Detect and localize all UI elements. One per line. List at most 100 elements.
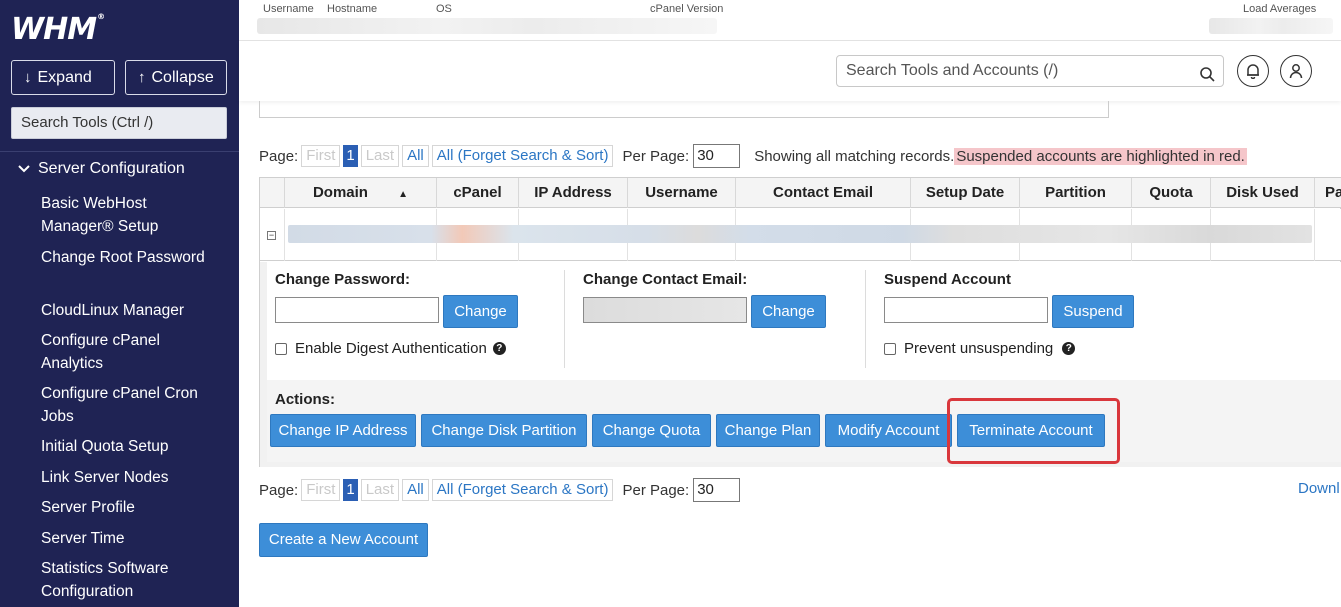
logo-text: WHM <box>11 12 97 47</box>
redacted-account-row <box>288 225 1312 243</box>
column-disk-used[interactable]: Disk Used <box>1210 178 1314 208</box>
column-label: Domain <box>312 184 368 201</box>
checkbox-box[interactable] <box>884 342 896 355</box>
page-all-link[interactable]: All <box>402 145 429 167</box>
sidebar-divider <box>0 151 239 152</box>
sidebar-item-link-server-nodes[interactable]: Link Server Nodes <box>41 466 221 489</box>
column-package[interactable]: Pa <box>1314 178 1341 208</box>
whm-logo[interactable]: WHM® <box>11 12 105 47</box>
sort-ascending-icon: ▲ <box>398 189 409 200</box>
suspend-reason-input[interactable] <box>884 297 1048 323</box>
collapse-label: Collapse <box>151 69 214 86</box>
enable-digest-auth-checkbox[interactable]: Enable Digest Authentication ? <box>275 340 506 357</box>
change-password-label: Change Password: <box>275 271 411 288</box>
page-first-button[interactable]: First <box>301 479 341 501</box>
collapse-row-icon[interactable]: − <box>267 231 276 240</box>
sidebar-section-server-configuration[interactable]: Server Configuration <box>18 160 185 178</box>
page-all-forget-link[interactable]: All (Forget Search & Sort) <box>431 145 614 167</box>
sidebar-search-input[interactable]: Search Tools (Ctrl /) <box>11 107 227 139</box>
page-first-button[interactable]: First <box>301 145 341 167</box>
page-last-button[interactable]: Last <box>360 479 400 501</box>
page-all-link[interactable]: All <box>402 479 429 501</box>
table-header: Domain ▲ cPanel IP Address Username Cont… <box>260 178 1341 208</box>
change-email-button[interactable]: Change <box>751 295 826 328</box>
page-last-button[interactable]: Last <box>360 145 400 167</box>
arrow-up-icon: ↑ <box>138 69 146 86</box>
change-contact-email-label: Change Contact Email: <box>583 271 748 288</box>
sidebar-item-basic-webhost-manager-setup[interactable]: Basic WebHost Manager® Setup <box>41 192 221 238</box>
header: Search Tools and Accounts (/) <box>239 41 1341 101</box>
new-password-input[interactable] <box>275 297 439 323</box>
sidebar-item-configure-cpanel-analytics[interactable]: Configure cPanel Analytics <box>41 329 221 375</box>
info-hostname-label: Hostname <box>327 3 378 15</box>
collapse-button[interactable]: ↑ Collapse <box>125 60 227 95</box>
sidebar-section-label: Server Configuration <box>38 160 185 177</box>
actions-area: Actions: Change IP Address Change Disk P… <box>267 380 1341 462</box>
terminate-account-highlight <box>947 398 1120 464</box>
table-row[interactable]: − <box>260 209 1341 261</box>
prevent-unsuspending-checkbox[interactable]: Prevent unsuspending ? <box>884 340 1076 357</box>
arrow-down-icon: ↓ <box>24 69 32 86</box>
column-separator <box>865 270 866 368</box>
column-domain[interactable]: Domain ▲ <box>284 178 436 208</box>
per-page-input[interactable]: 30 <box>693 478 741 502</box>
contact-email-input[interactable] <box>583 297 747 323</box>
change-disk-partition-button[interactable]: Change Disk Partition <box>421 414 587 447</box>
info-username-label: Username <box>263 3 314 15</box>
column-cpanel[interactable]: cPanel <box>436 178 518 208</box>
sidebar-item-statistics-software-configuration[interactable]: Statistics Software Configuration <box>41 557 221 603</box>
change-password-button[interactable]: Change <box>443 295 518 328</box>
search-tools-accounts-input[interactable]: Search Tools and Accounts (/) <box>836 55 1224 87</box>
column-username[interactable]: Username <box>627 178 735 208</box>
help-icon[interactable]: ? <box>1062 342 1076 355</box>
sidebar-item-server-time[interactable]: Server Time <box>41 527 221 550</box>
user-account-icon[interactable] <box>1280 55 1312 87</box>
digest-auth-label: Enable Digest Authentication <box>295 340 487 357</box>
checkbox-box[interactable] <box>275 342 287 355</box>
info-os-label: OS <box>436 3 452 15</box>
sidebar: WHM® ↓ Expand ↑ Collapse Search Tools (Ctr… <box>0 0 239 607</box>
page-current[interactable]: 1 <box>343 479 358 501</box>
pager-top: Page: First 1 Last All All (Forget Searc… <box>259 144 1247 168</box>
sidebar-item-server-profile[interactable]: Server Profile <box>41 496 221 519</box>
page-label: Page: <box>259 147 299 165</box>
change-plan-button[interactable]: Change Plan <box>716 414 820 447</box>
sidebar-item-cloudlinux-manager[interactable]: CloudLinux Manager <box>41 299 221 322</box>
search-placeholder: Search Tools and Accounts (/) <box>846 62 1059 79</box>
per-page-input[interactable]: 30 <box>693 144 741 168</box>
account-detail-panel: Change Password: Change Enable Digest Au… <box>260 262 1341 467</box>
column-quota[interactable]: Quota <box>1131 178 1210 208</box>
suspend-button[interactable]: Suspend <box>1052 295 1134 328</box>
page-current[interactable]: 1 <box>343 145 358 167</box>
change-quota-button[interactable]: Change Quota <box>592 414 711 447</box>
sidebar-item-initial-quota-setup[interactable]: Initial Quota Setup <box>41 435 221 458</box>
row-divider <box>284 209 285 261</box>
notifications-bell-icon[interactable] <box>1237 55 1269 87</box>
help-icon[interactable]: ? <box>492 342 506 355</box>
chevron-down-icon <box>18 162 30 176</box>
row-divider <box>1314 209 1315 261</box>
logo-registered-mark: ® <box>97 12 105 21</box>
actions-label: Actions: <box>275 391 335 408</box>
sidebar-item-configure-cpanel-cron-jobs[interactable]: Configure cPanel Cron Jobs <box>41 382 221 428</box>
search-icon[interactable] <box>1200 63 1215 82</box>
account-detail-inner: Change Password: Change Enable Digest Au… <box>267 262 1341 462</box>
redacted-load-averages <box>1209 18 1333 34</box>
per-page-label: Per Page: <box>622 147 690 165</box>
download-link[interactable]: Downl <box>1298 480 1340 497</box>
page-label: Page: <box>259 481 299 499</box>
column-contact-email[interactable]: Contact Email <box>735 178 910 208</box>
per-page-label: Per Page: <box>622 481 690 499</box>
info-load-averages-label: Load Averages <box>1243 3 1317 15</box>
sidebar-item-change-root-password[interactable]: Change Root Password <box>41 246 221 269</box>
suspend-account-label: Suspend Account <box>884 271 1011 288</box>
expand-button[interactable]: ↓ Expand <box>11 60 115 95</box>
change-ip-address-button[interactable]: Change IP Address <box>270 414 416 447</box>
create-new-account-button[interactable]: Create a New Account <box>259 523 428 557</box>
column-ip-address[interactable]: IP Address <box>518 178 627 208</box>
column-partition[interactable]: Partition <box>1019 178 1131 208</box>
modify-account-button[interactable]: Modify Account <box>825 414 952 447</box>
page-all-forget-link[interactable]: All (Forget Search & Sort) <box>431 479 614 501</box>
pager-bottom: Page: First 1 Last All All (Forget Searc… <box>259 478 741 502</box>
column-setup-date[interactable]: Setup Date <box>910 178 1019 208</box>
